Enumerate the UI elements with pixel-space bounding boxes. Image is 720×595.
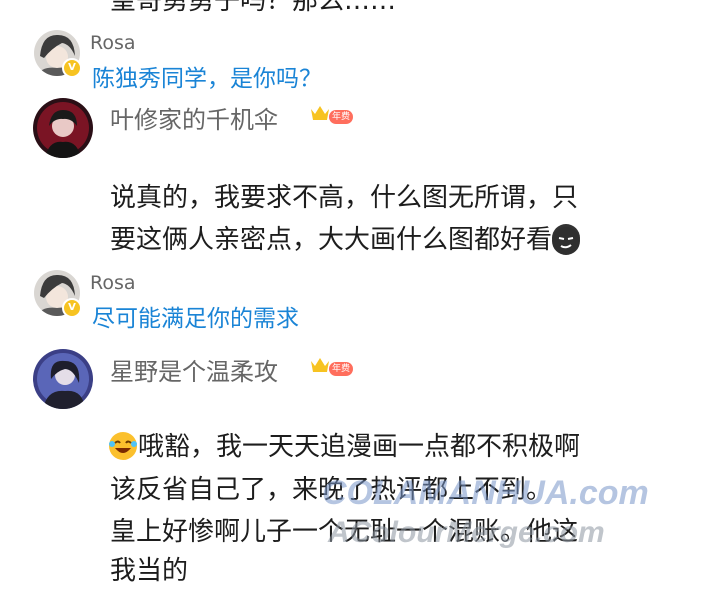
comment-username[interactable]: 星野是个温柔攻 (110, 352, 278, 387)
reply-text: 尽可能满足你的需求 (92, 306, 299, 332)
crown-icon (310, 356, 330, 378)
smirk-emoji-icon (552, 223, 581, 255)
comment-text-line: 我当的 (110, 556, 189, 586)
comment-text-line: 哦豁，我一天天追漫画一点都不积极啊 (108, 424, 580, 471)
annual-badge: 年费 (329, 362, 354, 376)
comment-text-line: 要这俩人亲密点，大大画什么图都好看 (110, 217, 581, 264)
laughing-emoji-icon (108, 430, 138, 460)
verified-icon: V (62, 58, 82, 78)
reply-text: 陈独秀同学，是你吗？ (92, 66, 322, 92)
annual-badge: 年费 (329, 110, 354, 124)
previous-comment-text: 皇哥勇勇子吗？那么…… (110, 0, 397, 16)
verified-icon: V (62, 298, 82, 318)
avatar-user[interactable] (33, 349, 93, 409)
reply-author-name[interactable]: Rosa (90, 272, 136, 294)
avatar-user[interactable] (33, 98, 93, 158)
reply-author-name[interactable]: Rosa (90, 32, 136, 54)
crown-icon (310, 104, 330, 126)
comment-username[interactable]: 叶修家的千机伞 (110, 100, 278, 135)
watermark-bottom: AColourMerge.com (328, 516, 605, 549)
comment-text-line: 说真的，我要求不高，什么图无所谓，只 (110, 183, 579, 213)
watermark-top: COLAMANHUA.com (322, 474, 649, 512)
